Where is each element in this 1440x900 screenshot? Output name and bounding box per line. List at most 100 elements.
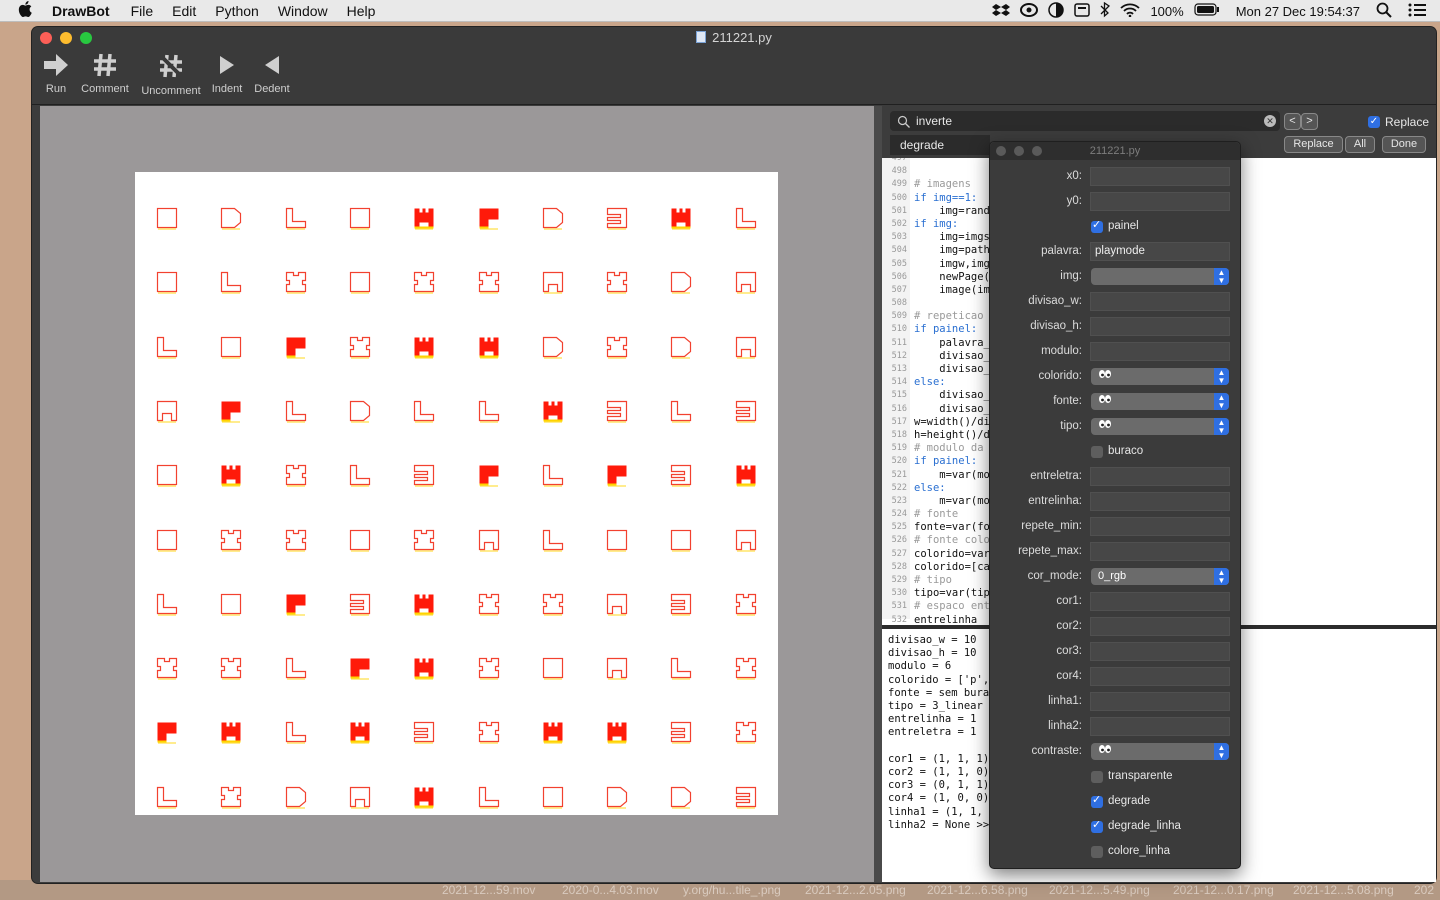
indent-label: Indent [211, 83, 243, 95]
app-menu[interactable]: DrawBot [52, 3, 110, 19]
notification-center-icon[interactable] [1408, 3, 1426, 20]
menu-window[interactable]: Window [278, 3, 328, 19]
painel-checkbox[interactable] [1091, 218, 1103, 233]
degrade-label: degrade [1108, 795, 1151, 807]
line-number: 528 [891, 561, 907, 572]
desktop-file[interactable]: 2021-12...59.mov [442, 883, 535, 897]
desktop-file[interactable]: 202 [1414, 883, 1434, 897]
indent-button[interactable]: Indent [209, 53, 245, 95]
code-line: w=width()/di [914, 415, 990, 428]
chevron-up-down-icon: ▲ ▼ [1214, 418, 1229, 435]
glyph-L [542, 464, 564, 487]
modulo-field[interactable] [1090, 342, 1230, 361]
transparente-checkbox[interactable] [1091, 771, 1103, 783]
y0-field[interactable] [1090, 192, 1230, 211]
done-button[interactable]: Done [1382, 136, 1426, 153]
fonte-popup[interactable]: ▲ ▼ [1091, 393, 1229, 410]
replace-button[interactable]: Replace [1284, 136, 1343, 153]
apple-menu-icon[interactable] [18, 0, 38, 21]
contraste-popup[interactable]: ▲ ▼ [1091, 743, 1229, 760]
tipo-popup[interactable]: ▲ ▼ [1091, 418, 1229, 435]
status-area: 100% Mon 27 Dec 19:54:37 [992, 0, 1440, 22]
cor1-field[interactable] [1090, 592, 1230, 611]
replace-all-button[interactable]: All [1345, 136, 1375, 153]
menu-help[interactable]: Help [347, 3, 376, 19]
dedent-button[interactable]: Dedent [251, 53, 293, 95]
split-handle[interactable] [874, 106, 882, 882]
variable-row: degrade [990, 790, 1240, 815]
desktop-file[interactable]: 2020-0...4.03.mov [562, 883, 659, 897]
code-line: else: [914, 376, 946, 389]
desktop-file[interactable]: 2021-12...2.05.png [805, 883, 906, 897]
glyph-E [670, 721, 692, 745]
panel-zoom-button[interactable] [1032, 146, 1042, 156]
uncomment-button[interactable]: Uncomment [138, 53, 204, 97]
find-next-button[interactable]: > [1301, 113, 1318, 130]
linha2-field[interactable] [1090, 717, 1230, 736]
code-line: # modulo da [914, 442, 984, 455]
code-line: colorido=[ca [914, 560, 990, 573]
glyph-cross [542, 593, 564, 616]
repete-min-field[interactable] [1090, 517, 1230, 536]
x0-field[interactable] [1090, 167, 1230, 186]
buraco-checkbox[interactable] [1091, 446, 1103, 458]
glyph-L [349, 464, 371, 487]
find-previous-button[interactable]: < [1284, 113, 1301, 130]
glyph-E [735, 400, 757, 423]
linha1-field[interactable] [1090, 692, 1230, 711]
degrade-linha-checkbox[interactable] [1091, 818, 1103, 833]
menu-file[interactable]: File [131, 3, 154, 19]
clear-search-icon[interactable]: ✕ [1264, 115, 1276, 127]
menu-python[interactable]: Python [215, 3, 259, 19]
run-button[interactable]: Run [41, 53, 71, 95]
img-popup[interactable]: ▲ ▼ [1091, 268, 1229, 285]
degrade-checkbox[interactable] [1091, 793, 1103, 808]
desktop-file[interactable]: 2021-12...0.17.png [1173, 883, 1274, 897]
menu-edit[interactable]: Edit [172, 3, 196, 19]
glyph-E [670, 593, 692, 616]
palavra-field[interactable]: playmode [1090, 242, 1230, 261]
dropbox-icon[interactable] [992, 3, 1011, 20]
battery-icon[interactable] [1194, 3, 1220, 19]
calculator-icon[interactable] [1074, 2, 1091, 20]
replace-input[interactable]: degrade [890, 135, 990, 155]
entreletra-field[interactable] [1090, 467, 1230, 486]
repete-max-label: repete_max: [1018, 545, 1082, 557]
wifi-icon[interactable] [1120, 3, 1141, 20]
divisao-w-label: divisao_w: [1028, 295, 1082, 307]
comment-button[interactable]: Comment [78, 53, 132, 95]
desktop-file[interactable]: y.org/hu...tile_.png [683, 883, 781, 897]
cor2-field[interactable] [1090, 617, 1230, 636]
clock[interactable]: Mon 27 Dec 19:54:37 [1236, 4, 1360, 19]
desktop-file[interactable]: 2021-12...5.08.png [1293, 883, 1394, 897]
cor4-field[interactable] [1090, 667, 1230, 686]
cor-mode-popup[interactable]: 0_rgb ▲ ▼ [1091, 568, 1229, 585]
bluetooth-icon[interactable] [1100, 1, 1111, 21]
canvas-view[interactable] [40, 106, 874, 882]
repete-max-field[interactable] [1090, 542, 1230, 561]
desktop-file[interactable]: 2021-12...6.58.png [927, 883, 1028, 897]
code-line: # fonte colo [914, 534, 990, 547]
replace-checkbox[interactable]: ✓ [1368, 116, 1380, 128]
code-line: # tipo [914, 574, 952, 586]
colore-linha-checkbox[interactable] [1091, 846, 1103, 858]
colorido-popup[interactable]: ▲ ▼ [1091, 368, 1229, 385]
panel-minimize-button[interactable] [1014, 146, 1024, 156]
cor3-field[interactable] [1090, 642, 1230, 661]
output-line: colorido = ['p', [888, 673, 990, 686]
spotlight-search-icon[interactable] [1376, 2, 1392, 21]
entrelinha-field[interactable] [1090, 492, 1230, 511]
find-input[interactable]: inverte ✕ [890, 111, 1280, 131]
glyph-sq [349, 271, 371, 294]
divisao-w-field[interactable] [1090, 292, 1230, 311]
entreletra-label: entreletra: [1030, 470, 1082, 482]
divisao-h-field[interactable] [1090, 317, 1230, 336]
panel-close-button[interactable] [996, 146, 1006, 156]
code-line: h=height()/d [914, 428, 990, 441]
glyph-castle [478, 336, 500, 359]
creative-cloud-icon[interactable] [1020, 2, 1039, 20]
desktop-file[interactable]: 2021-12...5.49.png [1049, 883, 1150, 897]
dark-mode-icon[interactable] [1048, 1, 1065, 21]
variable-row: contraste: ▲ ▼ [990, 740, 1240, 765]
